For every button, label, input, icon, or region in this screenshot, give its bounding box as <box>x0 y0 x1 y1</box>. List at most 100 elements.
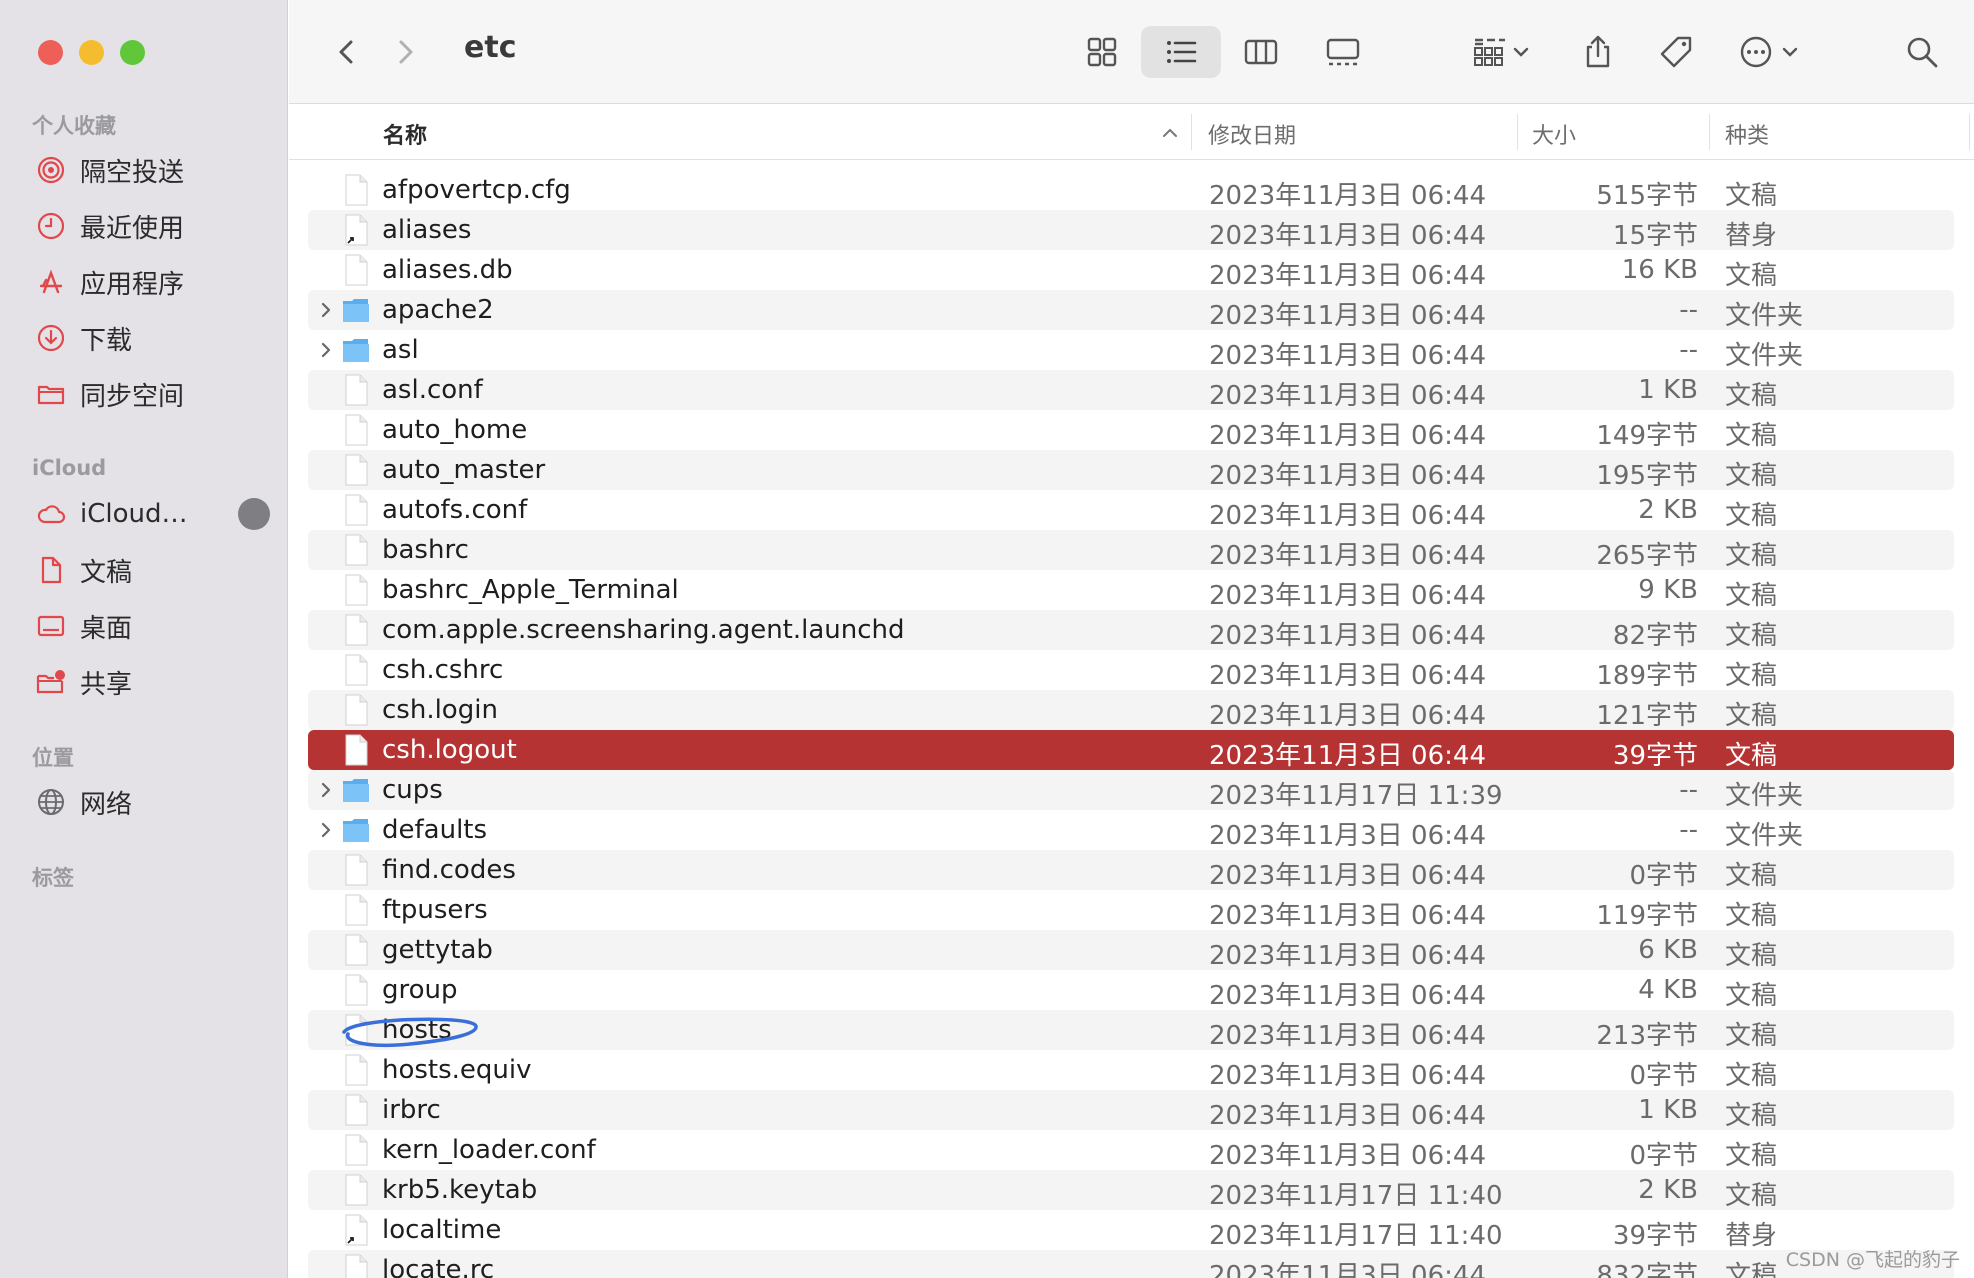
sidebar-item-network[interactable]: 网络 <box>34 778 274 826</box>
table-row[interactable]: bashrc 2023年11月3日 06:44 265字节 文稿 <box>308 530 1954 571</box>
file-size: 39字节 <box>1612 1221 1698 1251</box>
file-name: aliases <box>382 215 472 245</box>
icloud-status-indicator[interactable] <box>238 498 270 530</box>
column-divider[interactable] <box>1969 114 1970 150</box>
table-row[interactable]: bashrc_Apple_Terminal 2023年11月3日 06:44 9 K… <box>308 570 1954 611</box>
column-divider[interactable] <box>1191 114 1192 150</box>
applications-icon <box>34 265 68 299</box>
sidebar-item-airdrop[interactable]: 隔空投送 <box>34 146 274 194</box>
sidebar-item-desktop[interactable]: 桌面 <box>34 602 274 650</box>
sidebar-item-recents[interactable]: 最近使用 <box>34 202 274 250</box>
folder-icon <box>343 339 369 362</box>
table-row[interactable]: group 2023年11月3日 06:44 4 KB 文稿 <box>308 970 1954 1011</box>
forward-button[interactable] <box>383 26 427 78</box>
table-row[interactable]: localtime 2023年11月17日 11:40 39字节 替身 <box>308 1210 1954 1251</box>
table-row[interactable]: csh.login 2023年11月3日 06:44 121字节 文稿 <box>308 690 1954 731</box>
action-menu-button[interactable] <box>1729 26 1809 78</box>
share-button[interactable] <box>1573 26 1623 78</box>
sidebar-item-sync-space[interactable]: 同步空间 <box>34 370 274 418</box>
file-kind: 文稿 <box>1725 1021 1778 1051</box>
table-row[interactable]: auto_master 2023年11月3日 06:44 195字节 文稿 <box>308 450 1954 491</box>
file-name: aliases.db <box>382 255 513 285</box>
disclosure-triangle-icon[interactable] <box>316 300 336 320</box>
table-row[interactable]: hosts 2023年11月3日 06:44 213字节 文稿 <box>308 1010 1954 1051</box>
table-row[interactable]: asl.conf 2023年11月3日 06:44 1 KB 文稿 <box>308 370 1954 411</box>
table-row[interactable]: autofs.conf 2023年11月3日 06:44 2 KB 文稿 <box>308 490 1954 531</box>
sort-ascending-icon[interactable] <box>1159 122 1181 144</box>
table-row[interactable]: irbrc 2023年11月3日 06:44 1 KB 文稿 <box>308 1090 1954 1131</box>
document-icon <box>345 694 368 726</box>
icon-view-button[interactable] <box>1072 26 1132 78</box>
file-date: 2023年11月3日 06:44 <box>1209 1021 1486 1051</box>
file-size: 1 KB <box>1638 375 1698 405</box>
file-kind: 文稿 <box>1725 981 1778 1011</box>
table-row[interactable]: com.apple.screensharing.agent.launchd 202… <box>308 610 1954 651</box>
table-row[interactable]: cups 2023年11月17日 11:39 -- 文件夹 <box>308 770 1954 811</box>
disclosure-triangle-icon[interactable] <box>316 340 336 360</box>
table-row[interactable]: csh.logout 2023年11月3日 06:44 39字节 文稿 <box>308 730 1954 771</box>
column-view-button[interactable] <box>1231 26 1291 78</box>
file-name: hosts <box>382 1015 452 1045</box>
table-row[interactable]: auto_home 2023年11月3日 06:44 149字节 文稿 <box>308 410 1954 451</box>
disclosure-triangle-icon[interactable] <box>316 780 336 800</box>
file-date: 2023年11月3日 06:44 <box>1209 501 1486 531</box>
sidebar-item-applications[interactable]: 应用程序 <box>34 258 274 306</box>
column-name-header[interactable]: 名称 <box>383 118 427 150</box>
document-icon <box>345 414 368 446</box>
sidebar-item-shared[interactable]: 共享 <box>34 658 274 706</box>
file-size: 15字节 <box>1612 221 1698 251</box>
table-row[interactable]: aliases.db 2023年11月3日 06:44 16 KB 文稿 <box>308 250 1954 291</box>
table-row[interactable]: kern_loader.conf 2023年11月3日 06:44 0字节 文稿 <box>308 1130 1954 1171</box>
table-row[interactable]: aliases 2023年11月3日 06:44 15字节 替身 <box>308 210 1954 251</box>
search-button[interactable] <box>1897 26 1947 78</box>
search-icon <box>1907 37 1938 68</box>
tag-button[interactable] <box>1651 26 1701 78</box>
column-kind-header[interactable]: 种类 <box>1725 118 1769 150</box>
table-row[interactable]: hosts.equiv 2023年11月3日 06:44 0字节 文稿 <box>308 1050 1954 1091</box>
file-size: 2 KB <box>1638 495 1698 525</box>
column-divider[interactable] <box>1517 114 1518 150</box>
table-row[interactable]: asl 2023年11月3日 06:44 -- 文件夹 <box>308 330 1954 371</box>
file-date: 2023年11月3日 06:44 <box>1209 1141 1486 1171</box>
sidebar-item-documents[interactable]: 文稿 <box>34 546 274 594</box>
back-button[interactable] <box>325 26 369 78</box>
zoom-window-button[interactable] <box>120 40 145 65</box>
table-row[interactable]: csh.cshrc 2023年11月3日 06:44 189字节 文稿 <box>308 650 1954 691</box>
file-kind: 文件夹 <box>1725 301 1804 331</box>
column-divider[interactable] <box>1709 114 1710 150</box>
network-icon <box>34 785 68 819</box>
file-date: 2023年11月17日 11:40 <box>1209 1181 1503 1211</box>
file-size: 16 KB <box>1621 255 1698 285</box>
table-row[interactable]: krb5.keytab 2023年11月17日 11:40 2 KB 文稿 <box>308 1170 1954 1211</box>
table-row[interactable]: find.codes 2023年11月3日 06:44 0字节 文稿 <box>308 850 1954 891</box>
disclosure-triangle-icon[interactable] <box>316 820 336 840</box>
gallery-view-button[interactable] <box>1311 26 1375 78</box>
sidebar-item-downloads[interactable]: 下载 <box>34 314 274 362</box>
group-by-button[interactable] <box>1461 26 1541 78</box>
column-date-header[interactable]: 修改日期 <box>1208 118 1296 150</box>
document-icon <box>345 1054 368 1086</box>
file-kind: 文稿 <box>1725 461 1778 491</box>
file-kind: 文稿 <box>1725 581 1778 611</box>
file-kind: 文稿 <box>1725 1061 1778 1091</box>
sidebar-item-label: 共享 <box>80 669 133 700</box>
minimize-window-button[interactable] <box>79 40 104 65</box>
table-row[interactable]: locate.rc 2023年11月3日 06:44 832字节 文稿 <box>308 1250 1954 1278</box>
file-date: 2023年11月3日 06:44 <box>1209 461 1486 491</box>
table-row[interactable]: apache2 2023年11月3日 06:44 -- 文件夹 <box>308 290 1954 331</box>
table-row[interactable]: afpovertcp.cfg 2023年11月3日 06:44 515字节 文稿 <box>308 170 1954 211</box>
column-size-header[interactable]: 大小 <box>1532 118 1576 150</box>
file-date: 2023年11月3日 06:44 <box>1209 581 1486 611</box>
table-row[interactable]: defaults 2023年11月3日 06:44 -- 文件夹 <box>308 810 1954 851</box>
file-date: 2023年11月3日 06:44 <box>1209 181 1486 211</box>
alias-file-icon <box>345 1214 368 1246</box>
table-row[interactable]: gettytab 2023年11月3日 06:44 6 KB 文稿 <box>308 930 1954 971</box>
close-window-button[interactable] <box>38 40 63 65</box>
table-row[interactable]: ftpusers 2023年11月3日 06:44 119字节 文稿 <box>308 890 1954 931</box>
document-icon <box>345 1094 368 1126</box>
file-name: asl <box>382 335 419 365</box>
sidebar-item-icloud-drive[interactable]: iCloud… <box>34 490 274 538</box>
columns-icon <box>1244 39 1278 65</box>
document-icon <box>345 254 368 286</box>
list-view-button[interactable] <box>1141 26 1221 78</box>
